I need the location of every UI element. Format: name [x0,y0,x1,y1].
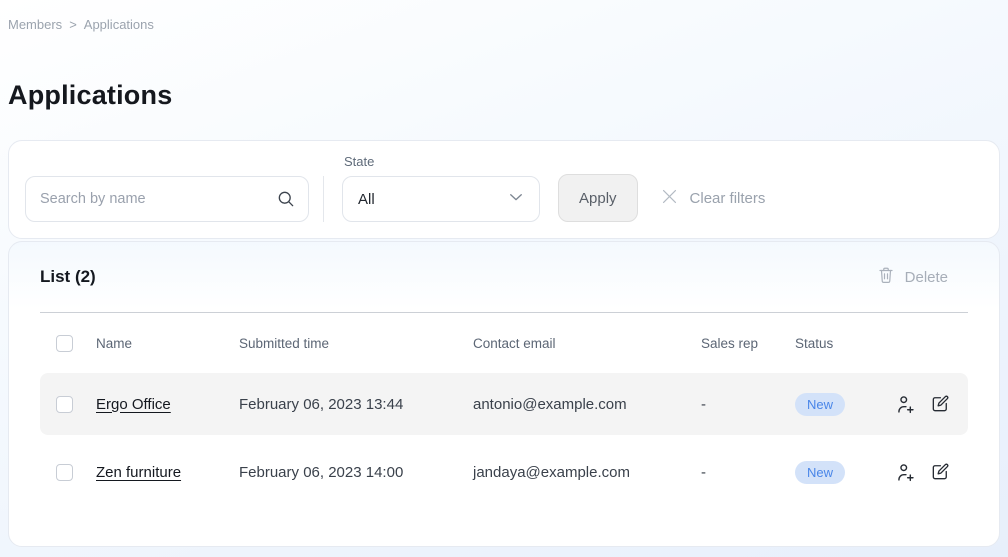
person-add-icon [895,471,916,486]
breadcrumb-separator: > [69,17,77,32]
applications-table: Name Submitted time Contact email Sales … [40,312,968,503]
edit-icon [930,470,950,485]
status-badge: New [795,461,845,484]
application-name-link[interactable]: Ergo Office [96,396,171,413]
list-title: List (2) [40,267,96,287]
column-header-name: Name [96,336,239,351]
applications-list-panel: List (2) Delete Name Submitted time Cont… [8,241,1000,547]
search-field-wrap [25,176,309,222]
edit-button[interactable] [930,394,950,414]
submitted-time-cell: February 06, 2023 13:44 [239,396,473,413]
column-header-submitted-time: Submitted time [239,336,473,351]
select-all-checkbox[interactable] [56,335,73,352]
contact-email-cell: jandaya@example.com [473,464,701,481]
search-input[interactable] [25,176,309,222]
table-row: Ergo Office February 06, 2023 13:44 anto… [40,373,968,435]
column-header-contact-email: Contact email [473,336,701,351]
person-add-icon [895,403,916,418]
breadcrumb-members[interactable]: Members [8,17,62,32]
edit-icon [930,402,950,417]
status-badge: New [795,393,845,416]
state-label: State [344,154,540,169]
delete-label: Delete [905,269,948,286]
search-icon [276,189,296,214]
list-header: List (2) Delete [40,242,968,312]
sales-rep-cell: - [701,396,795,413]
sales-rep-cell: - [701,464,795,481]
table-row: Zen furniture February 06, 2023 14:00 ja… [40,441,968,503]
assign-user-button[interactable] [895,394,916,415]
clear-filters-button[interactable]: Clear filters [660,174,766,222]
delete-button[interactable]: Delete [877,266,948,288]
row-checkbox[interactable] [56,464,73,481]
edit-button[interactable] [930,462,950,482]
assign-user-button[interactable] [895,462,916,483]
trash-icon [877,266,895,288]
column-header-sales-rep: Sales rep [701,336,795,351]
clear-filters-label: Clear filters [690,190,766,207]
breadcrumb-applications[interactable]: Applications [84,17,154,32]
row-checkbox[interactable] [56,396,73,413]
table-header-row: Name Submitted time Contact email Sales … [40,313,968,373]
state-filter-group: State All [342,154,540,222]
submitted-time-cell: February 06, 2023 14:00 [239,464,473,481]
chevron-down-icon [507,188,525,211]
state-select[interactable]: All [342,176,540,222]
close-icon [660,187,679,210]
column-header-status: Status [795,336,885,351]
page-title: Applications [8,80,1000,110]
breadcrumb: Members > Applications [0,0,1008,32]
apply-button[interactable]: Apply [558,174,638,222]
state-selected-value: All [358,191,375,208]
filter-bar: State All Apply Clear filters [8,140,1000,239]
application-name-link[interactable]: Zen furniture [96,464,181,481]
contact-email-cell: antonio@example.com [473,396,701,413]
filter-divider [323,176,324,222]
